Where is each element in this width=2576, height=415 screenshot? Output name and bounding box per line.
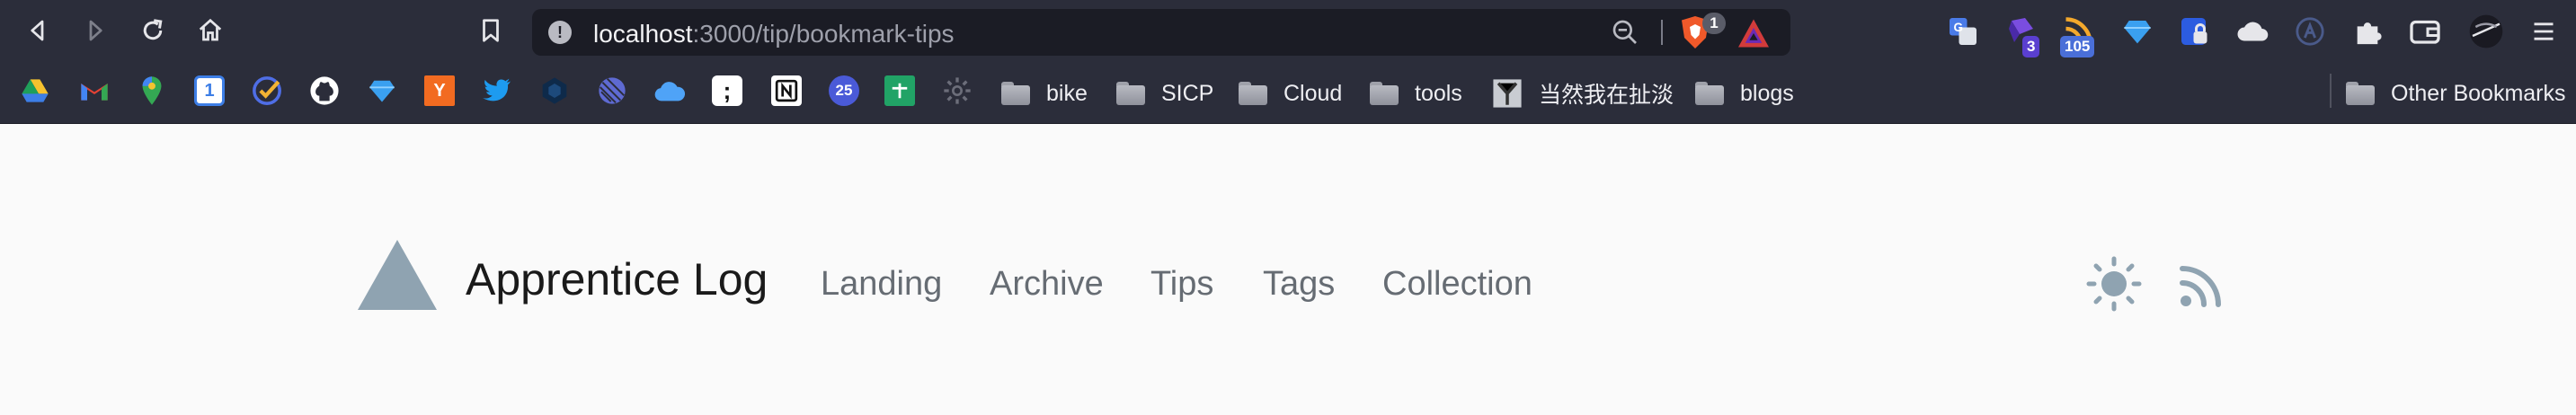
rss-feed-icon[interactable] (2177, 260, 2227, 310)
folder-label: tools (1415, 80, 1462, 106)
bookmarks-divider (2330, 74, 2332, 108)
circle-a-icon[interactable] (2292, 13, 2328, 49)
forward-button[interactable] (76, 11, 115, 50)
diamond-icon[interactable] (367, 75, 397, 106)
google-drive-icon[interactable] (20, 75, 50, 106)
bookmarks-bar: 1 Y ; 25 bike SICP Cloud tools 当然我在扯淡 bl… (0, 63, 2576, 124)
bookmark-folder-tools[interactable]: tools (1370, 75, 1462, 111)
linear-icon[interactable] (597, 75, 627, 106)
web-page: Apprentice Log Landing Archive Tips Tags… (0, 125, 2576, 415)
github-icon[interactable] (309, 75, 340, 106)
url-path: :3000/tip/bookmark-tips (692, 20, 955, 48)
translate-icon[interactable]: G (1945, 13, 1981, 49)
profile-avatar-icon[interactable] (2468, 13, 2504, 49)
puzzle-icon[interactable] (2349, 13, 2385, 49)
dark-app-icon[interactable] (539, 75, 570, 106)
nav-link-landing[interactable]: Landing (821, 265, 942, 304)
site-title[interactable]: Apprentice Log (466, 253, 768, 305)
folder-icon (1695, 82, 1724, 105)
bookmark-favicon-icon (1493, 79, 1522, 108)
other-bookmarks-folder[interactable]: Other Bookmarks (2346, 75, 2566, 111)
calendar-icon[interactable]: 1 (194, 75, 225, 106)
bookmark-label: 当然我在扯淡 (1539, 83, 1674, 108)
wallet-icon[interactable] (2407, 13, 2443, 49)
url-separator (1661, 20, 1663, 45)
bookmark-folder-blogs[interactable]: blogs (1695, 75, 1794, 111)
calendar-25-icon[interactable]: 25 (829, 75, 859, 106)
url-host: localhost (593, 20, 693, 48)
site-info-icon[interactable]: ! (548, 21, 572, 44)
bookmark-item-blog-chinese[interactable]: 当然我在扯淡 (1492, 75, 1674, 111)
folder-label: SICP (1161, 80, 1214, 106)
reload-button[interactable] (133, 11, 173, 50)
folder-icon (1001, 82, 1030, 105)
folder-icon (1116, 82, 1145, 105)
bookmark-icon (483, 19, 499, 42)
diamond-icon[interactable] (2119, 13, 2155, 49)
bookmark-folder-sicp[interactable]: SICP (1116, 75, 1213, 111)
nav-link-collection[interactable]: Collection (1382, 265, 1532, 304)
folder-label: Other Bookmarks (2391, 80, 2566, 106)
folder-icon (1370, 82, 1399, 105)
nav-link-tips[interactable]: Tips (1150, 265, 1213, 304)
settings-icon[interactable] (942, 75, 973, 106)
address-bar[interactable]: ! localhost:3000/tip/bookmark-tips 1 (532, 9, 1790, 56)
folder-icon (2346, 82, 2375, 105)
bookmark-folder-bike[interactable]: bike (1001, 75, 1088, 111)
site-logo-icon[interactable] (358, 240, 437, 310)
semicolon-icon[interactable]: ; (712, 75, 742, 106)
zoom-out-icon[interactable] (1611, 18, 1639, 47)
notion-icon[interactable] (771, 75, 802, 106)
password-manager-icon[interactable] (2177, 13, 2213, 49)
folder-icon (1239, 82, 1267, 105)
menu-icon[interactable] (2526, 13, 2562, 49)
google-maps-icon[interactable] (137, 75, 167, 106)
url-text[interactable]: localhost:3000/tip/bookmark-tips (593, 20, 955, 49)
gmail-icon[interactable] (79, 75, 110, 106)
extension-badge: 3 (2022, 36, 2040, 57)
extension-badge: 105 (2060, 36, 2095, 57)
bookmark-page-button[interactable] (471, 11, 511, 50)
hacker-news-icon[interactable]: Y (424, 75, 455, 106)
sun-icon[interactable] (2085, 255, 2143, 313)
svg-text:G: G (1954, 21, 1964, 34)
reload-icon (143, 19, 163, 40)
back-icon (31, 20, 44, 41)
cloud-icon[interactable] (654, 75, 685, 106)
nav-link-archive[interactable]: Archive (990, 265, 1104, 304)
browser-toolbar: ! localhost:3000/tip/bookmark-tips 1 G 3… (0, 0, 2576, 63)
brave-rewards-icon[interactable] (1737, 18, 1771, 49)
cloud-icon[interactable] (2234, 13, 2270, 49)
folder-label: blogs (1740, 80, 1794, 106)
folder-label: bike (1046, 80, 1088, 106)
home-button[interactable] (191, 11, 230, 50)
home-icon (199, 18, 222, 41)
nav-link-tags[interactable]: Tags (1263, 265, 1335, 304)
folder-label: Cloud (1284, 80, 1343, 106)
bookmark-folder-cloud[interactable]: Cloud (1239, 75, 1342, 111)
back-button[interactable] (18, 11, 58, 50)
shield-count-badge: 1 (1702, 13, 1726, 34)
sheets-icon[interactable] (884, 75, 915, 106)
twitter-icon[interactable] (482, 75, 512, 106)
forward-icon (89, 20, 102, 41)
todo-check-icon[interactable] (252, 75, 282, 106)
